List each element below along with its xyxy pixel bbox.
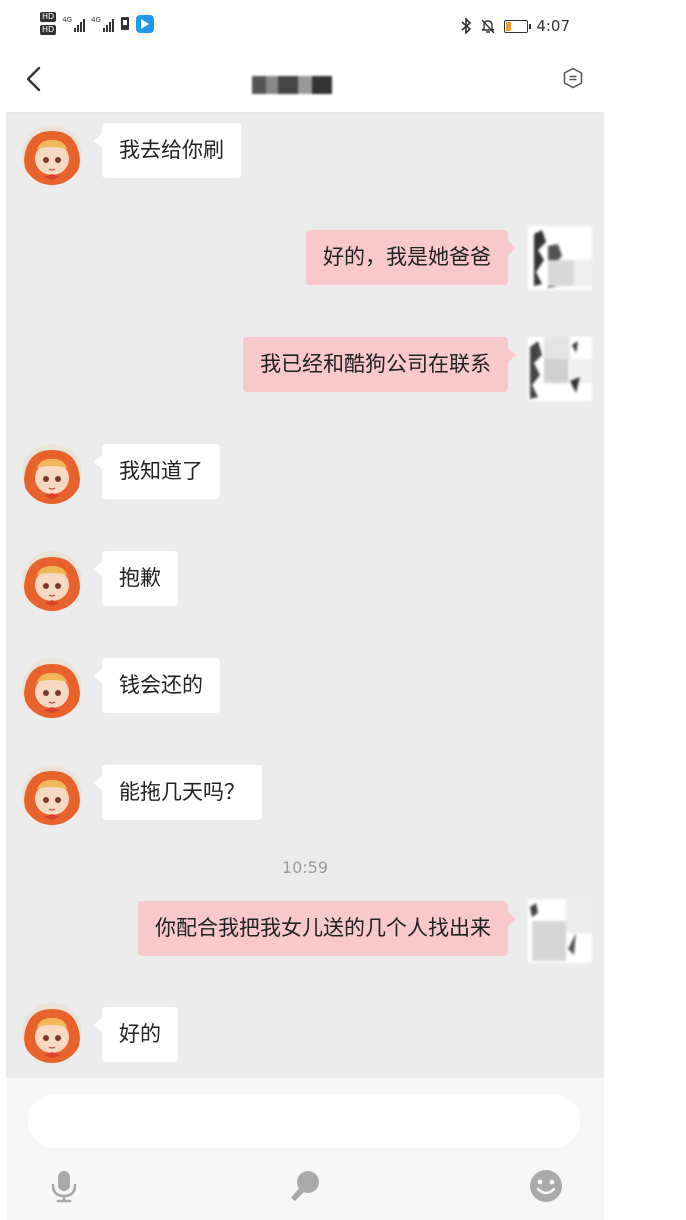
battery-icon (504, 19, 532, 33)
network-label: 4G (91, 15, 101, 24)
message-input[interactable] (28, 1094, 580, 1148)
contact-avatar[interactable] (22, 551, 82, 611)
microphone-icon[interactable] (46, 1168, 82, 1204)
outgoing-message-bubble[interactable]: 我已经和酷狗公司在联系 (243, 337, 516, 392)
contact-avatar[interactable] (22, 1003, 82, 1063)
incoming-message-bubble[interactable]: 能拖几天吗？ (94, 765, 262, 820)
my-avatar[interactable] (528, 899, 592, 963)
status-bar: HD HD 4G 4G 4:07 (6, 8, 604, 46)
incoming-message-bubble[interactable]: 抱歉 (94, 551, 178, 606)
voice-bubble-icon[interactable] (287, 1168, 323, 1204)
hd-badge: HD (40, 25, 57, 35)
contact-avatar[interactable] (22, 444, 82, 504)
phone-screen: HD HD 4G 4G 4:07 我去给你刷 好的，我是她爸爸 我已经和酷狗公司… (6, 8, 604, 1220)
contact-name-redacted (252, 76, 332, 94)
sim-icon (120, 17, 129, 30)
app-notification-icon (135, 14, 154, 33)
back-chevron-icon[interactable] (20, 64, 50, 94)
incoming-message-bubble[interactable]: 我知道了 (94, 444, 220, 499)
message-timestamp: 10:59 (281, 858, 329, 877)
my-avatar[interactable] (528, 337, 592, 401)
chat-menu-icon[interactable] (562, 67, 584, 89)
incoming-message-bubble[interactable]: 好的 (94, 1007, 178, 1062)
battery-level (506, 21, 512, 31)
outgoing-message-bubble[interactable]: 你配合我把我女儿送的几个人找出来 (138, 901, 516, 956)
outgoing-message-bubble[interactable]: 好的，我是她爸爸 (306, 230, 516, 285)
bluetooth-icon (461, 18, 472, 34)
incoming-message-bubble[interactable]: 钱会还的 (94, 658, 220, 713)
hd-badge: HD (40, 12, 57, 22)
status-left: HD HD 4G 4G (40, 12, 154, 35)
my-avatar[interactable] (528, 226, 592, 290)
contact-avatar[interactable] (22, 765, 82, 825)
contact-avatar[interactable] (22, 658, 82, 718)
input-area (6, 1078, 604, 1220)
contact-avatar[interactable] (22, 125, 82, 185)
message-list[interactable]: 我去给你刷 好的，我是她爸爸 我已经和酷狗公司在联系 我知道了 抱歉 钱会还的 … (6, 113, 604, 1078)
status-time: 4:07 (536, 17, 570, 35)
emoji-icon[interactable] (528, 1168, 564, 1204)
chat-header (6, 46, 604, 113)
signal-icon: 4G (91, 16, 114, 32)
signal-icon: 4G (62, 15, 86, 32)
incoming-message-bubble[interactable]: 我去给你刷 (94, 123, 241, 178)
hd-badges: HD HD (40, 12, 57, 35)
status-right: 4:07 (460, 17, 570, 35)
bell-mute-icon (481, 19, 495, 34)
network-label: 4G (62, 15, 73, 24)
